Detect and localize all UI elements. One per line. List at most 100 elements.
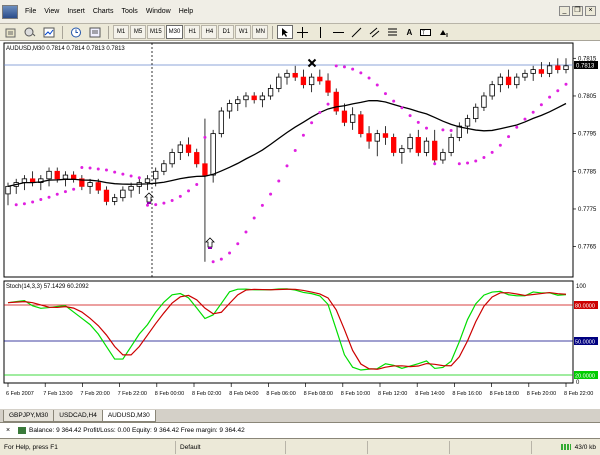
sar-dot (318, 111, 322, 115)
bull-candle-body (169, 152, 175, 165)
vertical-line-icon[interactable] (312, 25, 329, 39)
svg-text:T: T (422, 30, 425, 36)
bear-candle-body (194, 152, 200, 165)
tab-audusd-m30[interactable]: AUDUSD,M30 (101, 410, 156, 422)
bear-candle-body (555, 65, 561, 71)
bull-candle-body (349, 114, 356, 123)
horizontal-line-icon[interactable] (330, 25, 347, 39)
bear-candle-body (95, 182, 101, 191)
bear-candle-body (70, 174, 77, 180)
sar-dot (408, 114, 412, 118)
timeframe-m15[interactable]: M15 (147, 25, 165, 39)
menu-help[interactable]: Help (175, 0, 197, 24)
time-tick-label: 8 Feb 18:00 (490, 391, 519, 397)
sar-dot (269, 192, 273, 196)
stoch-level-20-label: 20.0000 (575, 374, 595, 380)
time-tick-label: 8 Feb 16:00 (452, 391, 481, 397)
sar-dot (383, 92, 387, 96)
bull-candle-body (284, 72, 290, 78)
time-tick-label: 8 Feb 12:00 (378, 391, 407, 397)
bull-candle-body (226, 103, 233, 112)
sar-dot (113, 170, 117, 174)
new-order-icon[interactable] (2, 25, 20, 39)
status-help: For Help, press F1 (0, 440, 176, 454)
price-tick-label: 0.7795 (578, 132, 597, 138)
sar-dot (449, 129, 453, 133)
restore-icon[interactable]: ❐ (572, 6, 583, 16)
trendline-icon[interactable] (348, 25, 365, 39)
terminal-close-icon[interactable]: × (6, 427, 14, 435)
bull-candle-body (62, 174, 69, 180)
bull-candle-body (153, 170, 159, 180)
menu-window[interactable]: Window (142, 0, 175, 24)
sar-dot (425, 126, 428, 130)
menu-insert[interactable]: Insert (63, 0, 89, 24)
menu-tools[interactable]: Tools (117, 0, 141, 24)
templates-icon[interactable] (86, 25, 104, 39)
menu-view[interactable]: View (40, 0, 63, 24)
timeframe-m1[interactable]: M1 (113, 25, 129, 39)
time-axis: 6 Feb 2007 7 Feb 13:00 7 Feb 20:00 7 Feb 22… (6, 383, 593, 397)
sar-dot (228, 251, 232, 255)
periods-icon[interactable] (67, 25, 85, 39)
bear-candle-body (415, 137, 421, 153)
main-chart-label: AUDUSD,M30 0.7814 0.7814 0.7813 0.7813 (6, 46, 125, 52)
close-icon[interactable]: × (585, 6, 596, 16)
bull-candle-body (128, 185, 134, 191)
timeframe-h4[interactable]: H4 (201, 25, 218, 39)
bear-candle-body (341, 110, 348, 123)
bear-candle-body (317, 76, 323, 82)
bear-candle-body (251, 95, 257, 101)
fibonacci-icon[interactable] (384, 25, 401, 39)
text-icon[interactable]: A (402, 25, 416, 39)
sar-dot (359, 71, 363, 75)
account-icon (18, 427, 26, 434)
chart-canvas[interactable]: AUDUSD,M30 0.7814 0.7814 0.7813 0.7813 0… (0, 41, 600, 409)
bull-candle-body (87, 182, 93, 187)
bull-candle-body (546, 65, 553, 74)
timeframe-m5[interactable]: M5 (130, 25, 146, 39)
timeframe-m30[interactable]: M30 (165, 25, 184, 39)
tab-gbpjpy-m30[interactable]: GBPJPY,M30 (3, 410, 55, 422)
sar-dot (416, 120, 420, 124)
sar-dot (515, 125, 519, 129)
order-dropdown-icon[interactable] (21, 25, 39, 39)
timeframe-mn[interactable]: MN (252, 25, 269, 39)
sar-dot (539, 103, 543, 107)
sar-dot (236, 242, 240, 246)
timeframe-w1[interactable]: W1 (235, 25, 252, 39)
window-controls: _ ❐ × (559, 6, 596, 16)
chart-properties-icon[interactable] (40, 25, 58, 39)
minimize-icon[interactable]: _ (559, 6, 570, 16)
text-label-icon[interactable]: T (417, 25, 434, 39)
tab-usdcad-h4[interactable]: USDCAD,H4 (53, 410, 103, 422)
bull-candle-body (308, 76, 315, 86)
timeframe-d1[interactable]: D1 (218, 25, 235, 39)
bull-candle-body (218, 110, 225, 135)
bull-candle-body (530, 69, 536, 74)
channel-icon[interactable] (366, 25, 383, 39)
bull-candle-body (489, 84, 495, 97)
bear-candle-body (382, 133, 389, 138)
bear-candle-body (103, 189, 110, 202)
timeframe-h1[interactable]: H1 (184, 25, 201, 39)
chart-window[interactable]: AUDUSD,M30 0.7814 0.7814 0.7813 0.7813 0… (0, 41, 600, 409)
sar-dot (39, 198, 43, 202)
sar-dot (63, 190, 67, 194)
menu-charts[interactable]: Charts (89, 0, 118, 24)
sar-dot (260, 203, 264, 207)
bear-candle-body (292, 72, 298, 78)
menu-file[interactable]: File (21, 0, 40, 24)
arrow-objects-icon[interactable] (435, 25, 453, 39)
sar-dot (104, 168, 108, 172)
bull-candle-body (399, 148, 405, 153)
sar-dot (400, 106, 404, 110)
bull-candle-body (464, 118, 471, 127)
bull-candle-body (563, 65, 569, 71)
bull-candle-body (407, 137, 413, 150)
crosshair-icon[interactable] (294, 25, 311, 39)
bull-candle-body (161, 163, 167, 172)
cursor-icon[interactable] (277, 25, 294, 39)
sar-dot (96, 167, 100, 171)
stoch-level-50-label: 50.0000 (575, 340, 595, 346)
